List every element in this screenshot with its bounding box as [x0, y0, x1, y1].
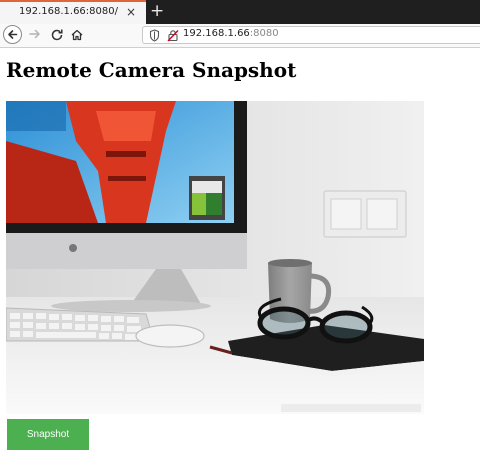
page-title: Remote Camera Snapshot: [6, 58, 297, 82]
insecure-connection-icon[interactable]: [167, 29, 179, 42]
address-bar[interactable]: 192.168.1.66:8080: [142, 26, 480, 44]
home-button[interactable]: [70, 27, 84, 46]
camera-snapshot-image: [6, 101, 424, 414]
back-button[interactable]: [3, 25, 22, 44]
shield-icon[interactable]: [149, 29, 160, 42]
url-text[interactable]: 192.168.1.66:8080: [183, 28, 279, 39]
desk-scene-illustration: [6, 101, 424, 414]
url-port: :8080: [249, 28, 279, 39]
close-icon[interactable]: ×: [126, 5, 136, 19]
url-host: 192.168.1.66: [183, 28, 250, 39]
reload-button[interactable]: [50, 27, 64, 46]
home-icon: [71, 29, 83, 41]
tab-strip: 192.168.1.66:8080/ × +: [0, 0, 480, 24]
arrow-right-icon: [29, 29, 40, 39]
snapshot-button[interactable]: Snapshot: [7, 419, 89, 450]
browser-tab[interactable]: 192.168.1.66:8080/ ×: [0, 0, 146, 24]
new-tab-button[interactable]: +: [150, 1, 164, 21]
reload-icon: [51, 29, 63, 41]
tab-title: 192.168.1.66:8080/: [19, 6, 118, 17]
arrow-left-icon: [8, 30, 18, 39]
navigation-toolbar: 192.168.1.66:8080: [0, 24, 480, 48]
forward-button[interactable]: [27, 26, 43, 46]
